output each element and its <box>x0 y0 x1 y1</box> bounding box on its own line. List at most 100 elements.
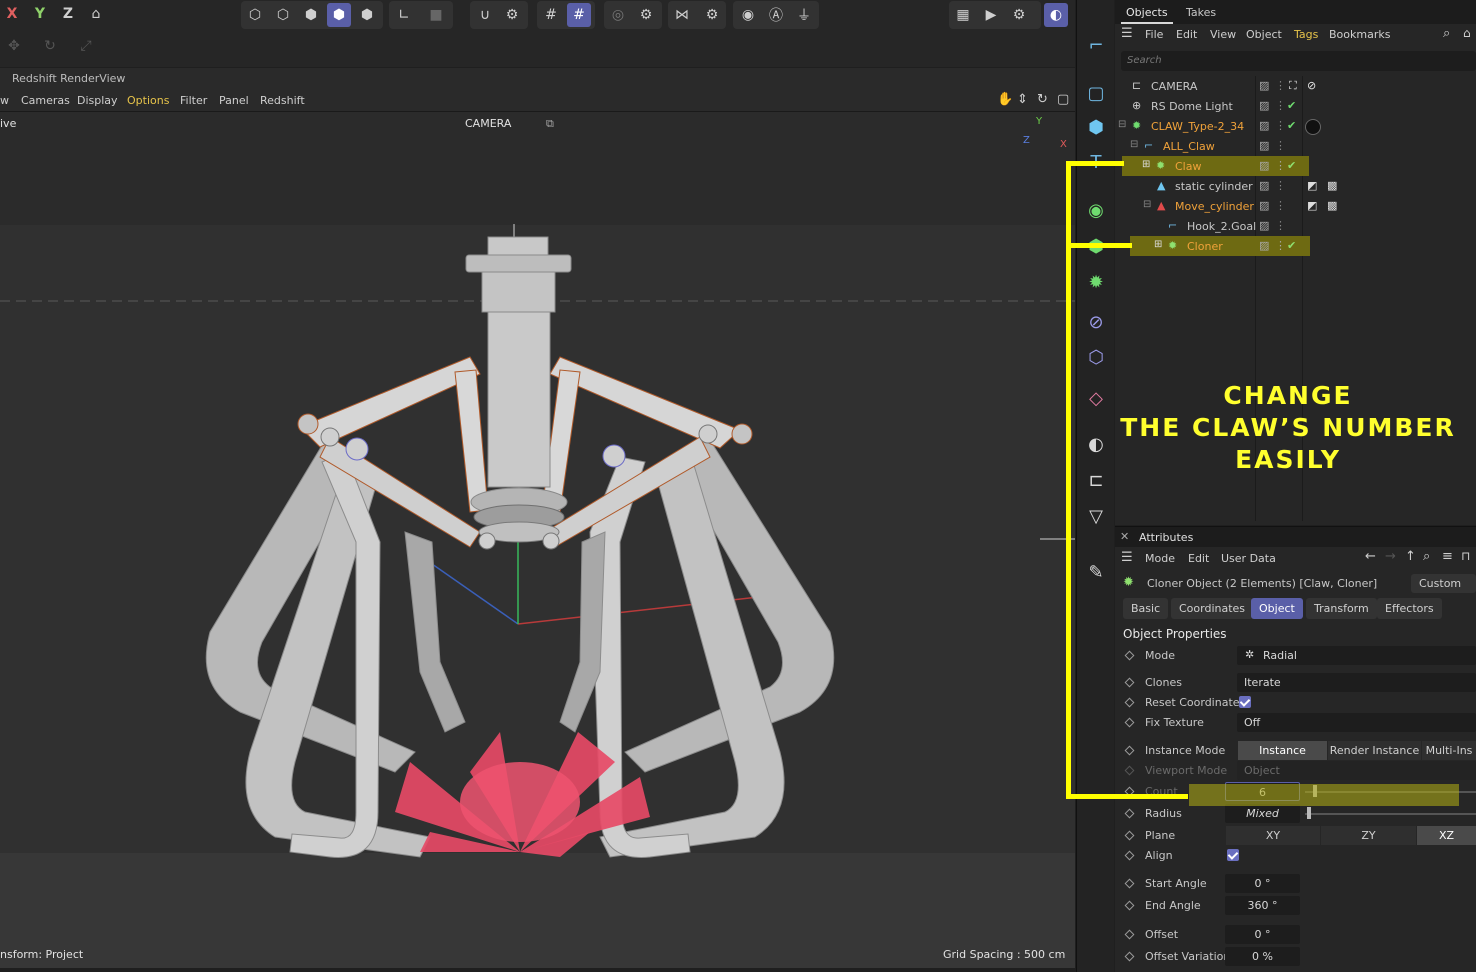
tree-row-all-claw[interactable]: ⊟ ⌐ ALL_Claw ▨ ⋮ <box>1115 136 1476 156</box>
magnet-icon[interactable]: ∪ <box>473 3 497 27</box>
render-region-icon[interactable]: ◎ <box>606 3 630 27</box>
scale-tool-icon[interactable]: ⤢ <box>74 34 98 58</box>
hamburger-icon[interactable]: ☰ <box>1121 550 1133 565</box>
viewport-menu-display[interactable]: Display <box>77 94 118 107</box>
close-icon[interactable]: ✕ <box>1120 530 1129 543</box>
uvw-tag-icon[interactable]: ◩ <box>1307 179 1321 193</box>
animate-key-icon[interactable] <box>1124 650 1135 661</box>
viewport-menu-cameras[interactable]: Cameras <box>21 94 70 107</box>
search-icon[interactable]: ⌕ <box>1443 26 1450 41</box>
enabled-check-icon[interactable]: ✔ <box>1287 99 1301 113</box>
uv-mode-icon[interactable]: ⬢ <box>355 3 379 27</box>
null-object-icon[interactable]: ⌐ <box>1082 31 1110 59</box>
edit-tag-icon[interactable]: ▨ <box>1259 179 1273 193</box>
plugin-icon[interactable]: ⏚ <box>792 3 816 27</box>
animate-key-icon[interactable] <box>1124 830 1135 841</box>
edit-pen-icon[interactable]: ✎ <box>1082 558 1110 586</box>
attr-menu-mode[interactable]: Mode <box>1145 552 1175 565</box>
axis-mode-icon[interactable]: ∟ <box>392 3 416 27</box>
up-arrow-icon[interactable]: ↑ <box>1405 549 1416 564</box>
om-menu-file[interactable]: File <box>1145 28 1163 41</box>
3d-viewport[interactable]: ive CAMERA ⧉ Y Z X nsform: Project Grid … <box>0 112 1075 968</box>
visibility-dots-icon[interactable]: ⋮ <box>1275 199 1289 213</box>
animate-key-icon[interactable] <box>1124 878 1135 889</box>
back-arrow-icon[interactable]: ← <box>1365 549 1376 564</box>
forward-arrow-icon[interactable]: → <box>1385 549 1396 564</box>
edit-tag-icon[interactable]: ▨ <box>1259 239 1273 253</box>
animate-key-icon[interactable] <box>1124 717 1135 728</box>
move-tool-icon[interactable]: ✥ <box>2 34 26 58</box>
pan-view-icon[interactable]: ✋ <box>997 92 1013 107</box>
tab-basic[interactable]: Basic <box>1123 598 1169 619</box>
points-mode-icon[interactable]: ⬡ <box>243 3 267 27</box>
uvw-tag-icon[interactable]: ◩ <box>1307 199 1321 213</box>
om-menu-edit[interactable]: Edit <box>1176 28 1197 41</box>
render-settings-icon[interactable]: ⚙ <box>634 3 658 27</box>
collapse-icon[interactable]: ⊟ <box>1143 199 1157 213</box>
visibility-dots-icon[interactable]: ⋮ <box>1275 79 1289 93</box>
coordinate-system-icon[interactable]: ⌂ <box>84 2 108 26</box>
search-icon[interactable]: ⌕ <box>1423 549 1430 564</box>
edit-tag-icon[interactable]: ▨ <box>1259 159 1273 173</box>
edit-tag-icon[interactable]: ▨ <box>1259 79 1273 93</box>
spline-rectangle-icon[interactable]: ▢ <box>1082 79 1110 107</box>
reset-coordinates-checkbox[interactable] <box>1239 696 1251 708</box>
offset-input[interactable]: 0 ° <box>1225 925 1300 944</box>
protection-tag-icon[interactable]: ⊘ <box>1307 79 1321 93</box>
animate-key-icon[interactable] <box>1124 808 1135 819</box>
custom-layout-button[interactable]: Custom <box>1411 574 1476 593</box>
auto-key-icon[interactable]: Ⓐ <box>764 3 788 27</box>
polygons-mode-icon[interactable]: ⬢ <box>299 3 323 27</box>
tab-coordinates[interactable]: Coordinates <box>1171 598 1254 619</box>
fix-texture-dropdown[interactable]: Off <box>1237 713 1476 732</box>
instance-mode-instance[interactable]: Instance <box>1238 741 1327 760</box>
light-object-icon[interactable]: ▽ <box>1082 502 1110 530</box>
end-angle-input[interactable]: 360 ° <box>1225 896 1300 915</box>
render-queue-icon[interactable]: ⚙ <box>1007 3 1031 27</box>
rotate-view-icon[interactable]: ↻ <box>1037 92 1048 107</box>
x-axis-lock-button[interactable]: X <box>0 2 24 26</box>
tab-transform[interactable]: Transform <box>1306 598 1377 619</box>
edit-tag-icon[interactable]: ▨ <box>1259 219 1273 233</box>
object-search-input[interactable]: Search <box>1121 51 1476 71</box>
radius-slider-track[interactable] <box>1305 813 1476 815</box>
tree-row-hook-goal[interactable]: ⌐ Hook_2.Goal ▨ ⋮ <box>1115 216 1476 236</box>
edit-tag-icon[interactable]: ▨ <box>1259 199 1273 213</box>
attr-menu-user-data[interactable]: User Data <box>1221 552 1276 565</box>
edit-tag-icon[interactable]: ▨ <box>1259 119 1273 133</box>
enabled-check-icon[interactable]: ✔ <box>1287 239 1301 253</box>
expand-icon[interactable]: ⊞ <box>1142 159 1156 173</box>
texture-tag-icon[interactable]: ▩ <box>1327 199 1341 213</box>
environment-icon[interactable]: ◐ <box>1082 430 1110 458</box>
plane-xz[interactable]: XZ <box>1417 826 1476 845</box>
animate-key-icon[interactable] <box>1124 850 1135 861</box>
move-view-icon[interactable]: ⇕ <box>1017 92 1028 107</box>
view-eye-icon[interactable]: ◉ <box>736 3 760 27</box>
radius-slider-handle[interactable] <box>1307 807 1311 819</box>
rotate-tool-icon[interactable]: ↻ <box>38 34 62 58</box>
om-menu-object[interactable]: Object <box>1246 28 1282 41</box>
z-axis-lock-button[interactable]: Z <box>56 2 80 26</box>
om-menu-view[interactable]: View <box>1210 28 1236 41</box>
animate-key-icon[interactable] <box>1124 677 1135 688</box>
viewport-menu-panel[interactable]: Panel <box>219 94 249 107</box>
start-angle-input[interactable]: 0 ° <box>1225 874 1300 893</box>
tree-row-move-cylinder[interactable]: ⊟ ▲ Move_cylinder ▨ ⋮ ◩ ▩ <box>1115 196 1476 216</box>
workplane-icon[interactable]: ■ <box>424 3 448 27</box>
camera-object-icon[interactable]: ⊏ <box>1082 466 1110 494</box>
tab-effectors[interactable]: Effectors <box>1377 598 1442 619</box>
animate-key-icon[interactable] <box>1124 697 1135 708</box>
snap-enabled-icon[interactable]: # <box>567 3 591 27</box>
texture-tag-icon[interactable]: ▩ <box>1327 179 1341 193</box>
tree-row-claw[interactable]: ⊞ ✹ Claw ▨ ⋮ ✔ <box>1122 156 1309 176</box>
render-to-viewer-icon[interactable]: ▶ <box>979 3 1003 27</box>
tree-row-static-cylinder[interactable]: ▲ static cylinder ▨ ⋮ ◩ ▩ <box>1115 176 1476 196</box>
om-menu-bookmarks[interactable]: Bookmarks <box>1329 28 1390 41</box>
material-tag-icon[interactable] <box>1305 119 1321 135</box>
visibility-dots-icon[interactable]: ⋮ <box>1275 139 1289 153</box>
enabled-check-icon[interactable]: ✔ <box>1287 119 1301 133</box>
deformer-icon[interactable]: ⊘ <box>1082 308 1110 336</box>
offset-variation-input[interactable]: 0 % <box>1225 947 1300 966</box>
cloner-icon[interactable]: ✹ <box>1082 268 1110 296</box>
snap-settings-icon[interactable]: ⚙ <box>500 3 524 27</box>
